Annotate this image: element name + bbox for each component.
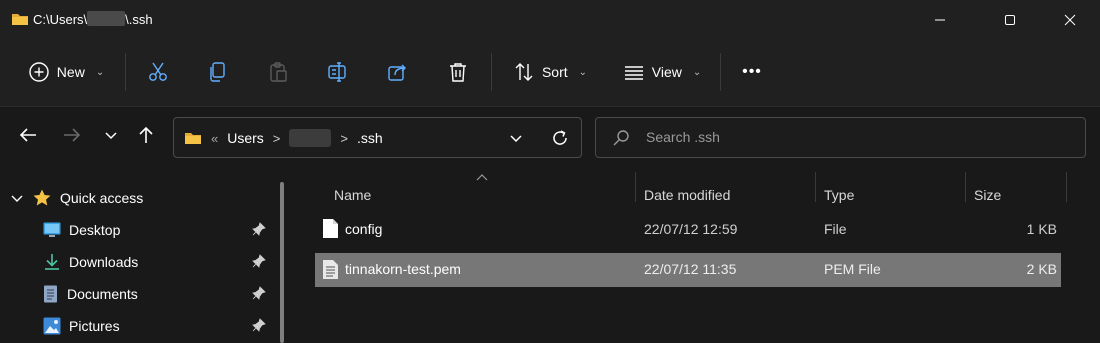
file-type: File: [824, 221, 847, 237]
documents-icon: [44, 285, 57, 303]
address-bar[interactable]: « Users > > .ssh: [173, 117, 582, 158]
redacted-username: [87, 11, 126, 26]
breadcrumb-separator[interactable]: >: [340, 131, 348, 146]
pictures-icon: [43, 317, 61, 335]
rename-icon: [328, 62, 346, 82]
trash-icon: [450, 63, 466, 82]
chevron-down-icon: [510, 135, 522, 143]
pin-icon[interactable]: [252, 222, 266, 239]
file-icon: [322, 218, 339, 242]
rename-button[interactable]: [320, 54, 356, 90]
search-placeholder[interactable]: Search .ssh: [646, 129, 720, 145]
title-bar: C:\Users\ \.ssh: [0, 0, 1100, 40]
forward-button[interactable]: [58, 121, 86, 149]
command-bar: New ⌄ Sort ⌄ View ⌄ •••: [0, 40, 1100, 107]
sidebar-item-documents[interactable]: Documents: [43, 280, 138, 308]
navigation-pane: Quick access Desktop Downloads Documents…: [0, 163, 296, 343]
refresh-button[interactable]: [550, 128, 570, 151]
share-icon: [388, 64, 406, 81]
folder-icon: [11, 11, 29, 30]
file-name: tinnakorn-test.pem: [345, 261, 461, 277]
column-header-type[interactable]: Type: [824, 187, 854, 203]
search-icon: [612, 129, 630, 150]
plus-circle-icon: [29, 62, 49, 82]
arrow-left-icon: [19, 128, 36, 142]
window-title: C:\Users\ \.ssh: [33, 11, 153, 27]
sidebar-item-pictures[interactable]: Pictures: [43, 312, 120, 340]
chevron-down-icon: [105, 132, 117, 140]
sidebar-scrollbar[interactable]: [280, 182, 284, 343]
share-button[interactable]: [380, 54, 416, 90]
clipboard-icon: [270, 62, 287, 82]
more-options-button[interactable]: •••: [734, 54, 770, 90]
text-file-icon: [322, 259, 339, 283]
pin-icon[interactable]: [252, 318, 266, 335]
file-date: 22/07/12 11:35: [644, 261, 737, 277]
up-button[interactable]: [132, 121, 160, 149]
chevron-down-icon: ⌄: [578, 66, 588, 78]
copy-icon: [210, 62, 225, 82]
copy-button[interactable]: [200, 54, 236, 90]
pin-icon[interactable]: [252, 286, 266, 303]
cut-button[interactable]: [140, 54, 176, 90]
folder-icon: [185, 133, 201, 144]
desktop-icon: [43, 222, 61, 237]
maximize-button[interactable]: [986, 0, 1034, 40]
column-header-date-modified[interactable]: Date modified: [644, 187, 730, 203]
breadcrumb-ssh[interactable]: .ssh: [357, 130, 383, 146]
view-list-icon: [624, 66, 643, 80]
arrow-up-icon: [139, 126, 153, 143]
address-history-dropdown[interactable]: [508, 130, 524, 149]
delete-button[interactable]: [440, 54, 476, 90]
sidebar-item-downloads[interactable]: Downloads: [43, 248, 138, 276]
breadcrumb-overflow[interactable]: «: [211, 131, 218, 146]
sidebar-item-desktop[interactable]: Desktop: [43, 216, 120, 244]
star-icon: [33, 189, 51, 206]
file-size: 1 KB: [1026, 221, 1057, 237]
new-button[interactable]: New ⌄: [24, 54, 108, 90]
file-size: 2 KB: [1026, 261, 1057, 277]
sidebar-item-quick-access[interactable]: Quick access: [10, 184, 143, 212]
file-row-config[interactable]: config 22/07/12 12:59 File 1 KB: [315, 213, 1061, 247]
chevron-down-icon[interactable]: [10, 191, 24, 205]
recent-locations-button[interactable]: [97, 121, 125, 149]
paste-button[interactable]: [260, 54, 296, 90]
sort-icon: [515, 63, 533, 81]
search-box[interactable]: Search .ssh: [595, 117, 1086, 158]
file-name: config: [345, 221, 383, 237]
view-button[interactable]: View ⌄: [616, 54, 708, 90]
sort-ascending-indicator: [476, 168, 488, 184]
sort-button[interactable]: Sort ⌄: [508, 54, 592, 90]
column-header-size[interactable]: Size: [974, 187, 1001, 203]
downloads-icon: [45, 254, 59, 270]
column-header-name[interactable]: Name: [334, 187, 371, 203]
chevron-down-icon: ⌄: [692, 66, 702, 78]
arrow-right-icon: [64, 128, 81, 142]
file-row-tinnakorn-test-pem[interactable]: tinnakorn-test.pem 22/07/12 11:35 PEM Fi…: [315, 253, 1061, 287]
navigation-bar: « Users > > .ssh Search .ssh: [0, 107, 1100, 163]
close-button[interactable]: [1046, 0, 1094, 40]
file-date: 22/07/12 12:59: [644, 221, 738, 237]
chevron-down-icon: ⌄: [95, 66, 105, 78]
redacted-username[interactable]: [289, 129, 332, 147]
back-button[interactable]: [14, 121, 42, 149]
breadcrumb-separator[interactable]: >: [273, 131, 281, 146]
scissors-icon: [149, 62, 167, 81]
refresh-icon: [553, 130, 567, 145]
file-type: PEM File: [824, 261, 881, 277]
pin-icon[interactable]: [252, 254, 266, 271]
minimize-button[interactable]: [916, 0, 964, 40]
breadcrumb-users[interactable]: Users: [227, 130, 264, 146]
